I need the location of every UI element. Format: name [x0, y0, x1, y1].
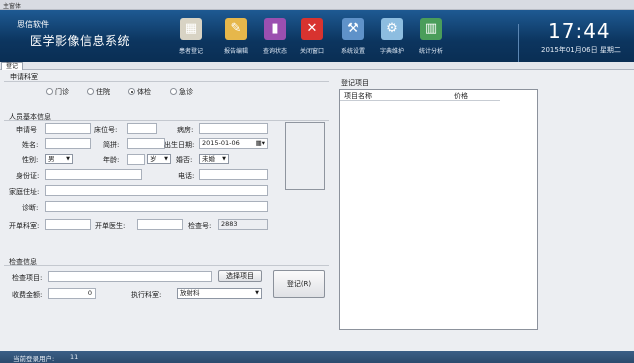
- toolbar-button-label: 系统设置: [340, 48, 365, 55]
- address-label: 家庭住址:: [9, 188, 40, 196]
- toolbar-button-patient-register[interactable]: ▦ 患者登记: [168, 16, 214, 60]
- chevron-down-icon: ▼: [222, 156, 226, 162]
- radio-emergency-label: 急诊: [179, 88, 193, 96]
- toolbar-button-label: 字典维护: [379, 48, 404, 55]
- id-card-input[interactable]: [45, 169, 142, 180]
- registered-items-grid[interactable]: 项目名称 价格: [339, 89, 538, 330]
- chevron-down-icon: ▼: [255, 290, 259, 296]
- statistics-icon: ▥: [420, 18, 442, 40]
- report-edit-icon: ✎: [225, 18, 247, 40]
- bed-no-label: 床位号:: [94, 126, 118, 134]
- radio-outpatient-label: 门诊: [55, 88, 69, 96]
- name-input[interactable]: [45, 138, 91, 149]
- chevron-down-icon: ▼: [66, 156, 70, 162]
- apply-no-input[interactable]: [45, 123, 91, 134]
- grid-header: 项目名称 价格: [340, 90, 500, 101]
- toolbar-button-close-window[interactable]: ✕ 关闭窗口: [289, 16, 335, 60]
- order-doctor-input[interactable]: [137, 219, 183, 230]
- choose-item-button[interactable]: 选择项目: [218, 270, 262, 282]
- phone-label: 电话:: [178, 172, 195, 180]
- company-name: 思信软件: [17, 20, 49, 29]
- dictionary-icon: ⚙: [381, 18, 403, 40]
- clock-time: 17:44: [548, 19, 611, 43]
- toolbar-button-label: 报告编辑: [223, 48, 248, 55]
- age-label: 年龄:: [103, 156, 120, 164]
- register-button[interactable]: 登记(R): [273, 270, 325, 298]
- dept-divider: [4, 81, 329, 82]
- marriage-value: 未婚: [202, 155, 215, 163]
- fee-input[interactable]: 0: [48, 288, 96, 299]
- gender-label: 性别:: [22, 156, 39, 164]
- apply-no-label: 申请号: [16, 126, 37, 134]
- exam-divider: [4, 265, 329, 266]
- radio-physical-exam-label: 体检: [137, 88, 151, 96]
- ward-label: 病房:: [177, 126, 194, 134]
- window-title: 主窗体: [3, 3, 22, 10]
- fee-label: 收费金额:: [12, 291, 43, 299]
- order-dept-input[interactable]: [45, 219, 91, 230]
- pinyin-input[interactable]: [127, 138, 165, 149]
- dob-value: 2015-01-06: [202, 139, 240, 147]
- app-header: 思信软件 医学影像信息系统 ▦ 患者登记 ✎ 报告编辑 ▮ 查询状态 ✕ 关闭窗口 ⚒ 系统设置 ⚙…: [0, 10, 634, 64]
- exec-dept-label: 执行科室:: [131, 291, 162, 299]
- toolbar-button-label: 患者登记: [178, 48, 203, 55]
- exam-item-label: 检查项目:: [12, 274, 43, 282]
- toolbar-button-statistics[interactable]: ▥ 统计分析: [408, 16, 454, 60]
- query-status-icon: ▮: [264, 18, 286, 40]
- patient-divider: [4, 120, 329, 121]
- clock-date: 2015年01月06日 星期二: [541, 46, 621, 54]
- status-bar: 当前登录用户: 11: [0, 351, 634, 363]
- calendar-dropdown-icon[interactable]: ▦▾: [256, 139, 265, 148]
- bed-no-input[interactable]: [127, 123, 157, 134]
- patient-register-icon: ▦: [180, 18, 202, 40]
- radio-outpatient[interactable]: [46, 88, 53, 95]
- grid-title: 登记项目: [341, 79, 369, 87]
- exec-dept-value: 放射科: [180, 289, 200, 297]
- marriage-label: 婚否:: [176, 156, 193, 164]
- radio-physical-exam[interactable]: [128, 88, 135, 95]
- order-dept-label: 开单科室:: [9, 222, 40, 230]
- diagnosis-input[interactable]: [45, 201, 268, 212]
- radio-inpatient-label: 住院: [96, 88, 110, 96]
- pinyin-label: 简拼:: [103, 141, 120, 149]
- age-input[interactable]: [127, 154, 145, 165]
- age-unit-select[interactable]: 岁 ▼: [147, 154, 171, 164]
- marriage-select[interactable]: 未婚 ▼: [199, 154, 229, 164]
- close-window-icon: ✕: [301, 18, 323, 40]
- header-separator: [518, 24, 519, 64]
- radio-emergency[interactable]: [170, 88, 177, 95]
- check-no-field: 2883: [218, 219, 268, 230]
- gender-select[interactable]: 男 ▼: [45, 154, 73, 164]
- login-user-value: 11: [70, 353, 79, 361]
- radio-inpatient[interactable]: [87, 88, 94, 95]
- toolbar-button-label: 查询状态: [262, 48, 287, 55]
- gender-value: 男: [48, 155, 55, 163]
- name-label: 姓名:: [22, 141, 39, 149]
- ward-input[interactable]: [199, 123, 268, 134]
- phone-input[interactable]: [199, 169, 268, 180]
- exec-dept-select[interactable]: 放射科 ▼: [177, 288, 262, 299]
- age-unit-value: 岁: [150, 155, 157, 163]
- exam-item-input[interactable]: [48, 271, 212, 282]
- dob-input[interactable]: 2015-01-06 ▦▾: [199, 138, 268, 149]
- window-title-bar: 主窗体: [0, 0, 634, 10]
- id-card-label: 身份证:: [16, 172, 40, 180]
- chevron-down-icon: ▼: [164, 156, 168, 162]
- check-no-label: 检查号:: [188, 222, 212, 230]
- toolbar-button-label: 统计分析: [418, 48, 443, 55]
- order-doctor-label: 开单医生:: [95, 222, 126, 230]
- diagnosis-label: 诊断:: [22, 204, 39, 212]
- address-input[interactable]: [45, 185, 268, 196]
- tab-register[interactable]: 登记: [1, 62, 24, 70]
- dob-label: 出生日期:: [164, 141, 195, 149]
- column-price[interactable]: 价格: [454, 91, 468, 101]
- patient-photo-box: [285, 122, 325, 190]
- tab-bar: 登记: [0, 62, 634, 70]
- system-settings-icon: ⚒: [342, 18, 364, 40]
- login-user-label: 当前登录用户:: [13, 355, 55, 363]
- app-name: 医学影像信息系统: [30, 34, 131, 48]
- toolbar-button-label: 关闭窗口: [299, 48, 324, 55]
- column-item-name[interactable]: 项目名称: [344, 91, 372, 101]
